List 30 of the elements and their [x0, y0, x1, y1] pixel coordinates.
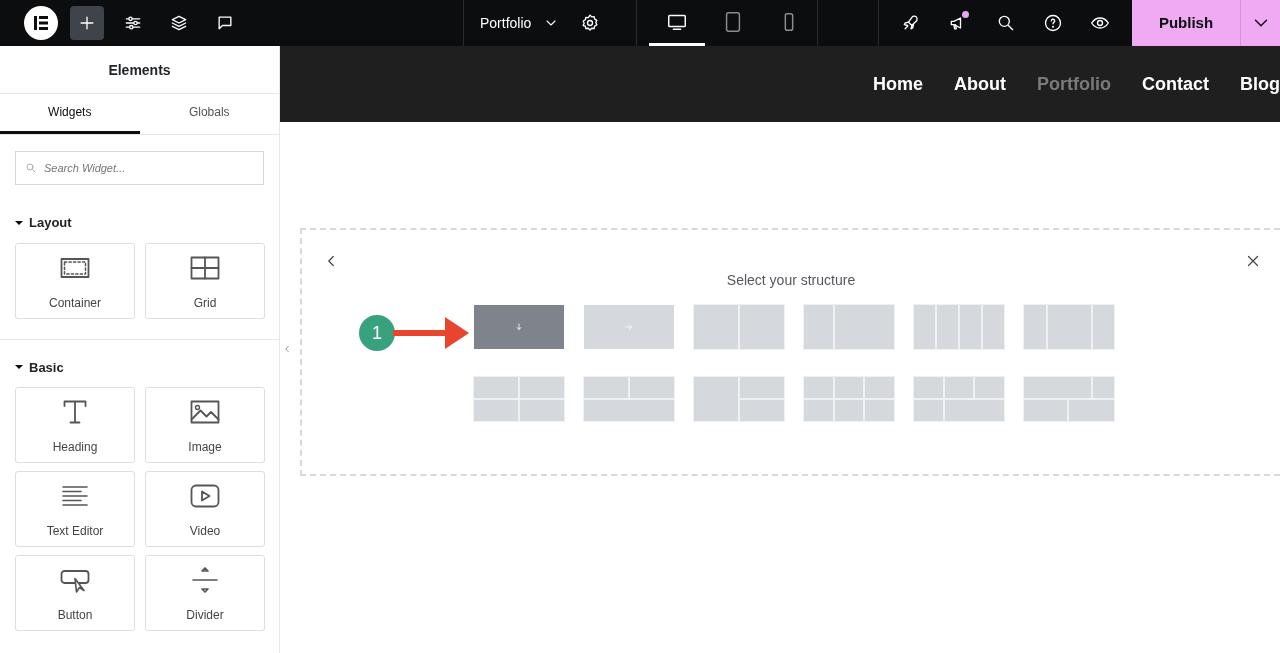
help-icon: [1042, 13, 1063, 33]
panel-tab[interactable]: Widgets: [0, 94, 140, 134]
page-dropdown[interactable]: Portfolio: [480, 6, 560, 40]
section-title[interactable]: Basic: [29, 357, 64, 377]
step-number-badge: 1: [359, 315, 395, 351]
picker-title: Select your structure: [726, 272, 856, 288]
layers-icon: [169, 13, 189, 33]
panel-tab[interactable]: Globals: [139, 94, 279, 134]
widget-tile[interactable]: Video: [145, 471, 265, 547]
publish-button[interactable]: Publish: [1132, 0, 1240, 46]
widget-tile[interactable]: Image: [145, 387, 265, 463]
widget-tile[interactable]: Divider: [145, 555, 265, 631]
widget-tile[interactable]: Heading: [15, 387, 135, 463]
search-field[interactable]: Search Widget...: [15, 151, 264, 185]
nav-link[interactable]: Home: [873, 70, 923, 98]
panel-title: Elements: [0, 46, 279, 94]
logo: [24, 6, 58, 40]
widget-tile[interactable]: Container: [15, 242, 135, 319]
chevron-left-icon: [282, 344, 292, 354]
publish-options-button[interactable]: [1240, 0, 1280, 46]
arrow-down-icon: [513, 321, 525, 333]
nav-link[interactable]: About: [954, 70, 1006, 98]
section-title[interactable]: Layout: [29, 213, 72, 233]
widget-tile[interactable]: Grid: [145, 242, 265, 319]
nav-link[interactable]: Contact: [1142, 70, 1209, 98]
nav-link[interactable]: Blog: [1240, 70, 1280, 98]
plus-button[interactable]: [70, 6, 104, 40]
nav-link[interactable]: Portfolio: [1037, 70, 1111, 98]
widget-tile[interactable]: Button: [15, 555, 135, 631]
widget-tile[interactable]: Text Editor: [15, 471, 135, 547]
